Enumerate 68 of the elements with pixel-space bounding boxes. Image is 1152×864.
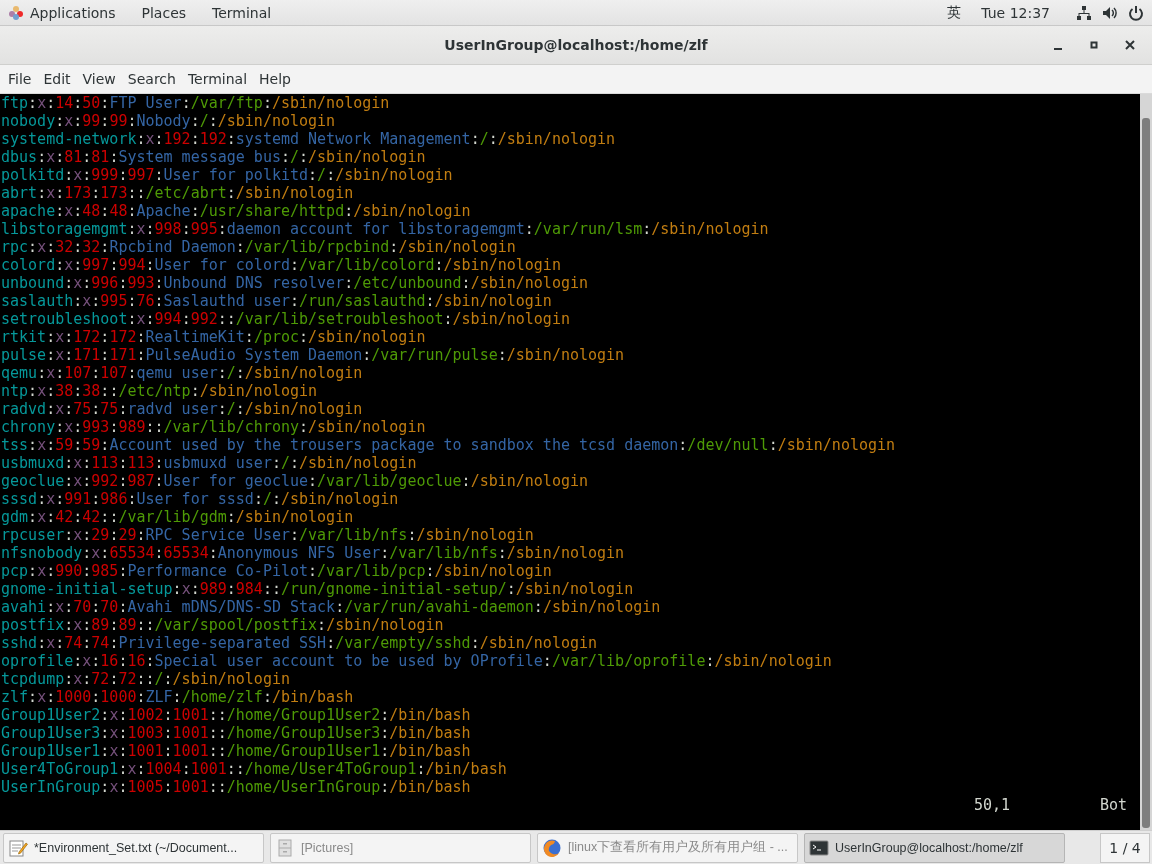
- file-line: Group1User3:x:1003:1001::/home/Group1User3:/bin/bash: [1, 724, 471, 742]
- browser-icon: [542, 837, 562, 858]
- file-line: gnome-initial-setup:x:989:984::/run/gnome-initial-setup/:/sbin/nologin: [1, 580, 634, 598]
- maximize-icon: [1089, 40, 1099, 50]
- file-line: colord:x:997:994:User for colord:/var/lib/colord:/sbin/nologin: [1, 256, 561, 274]
- top-menu[interactable]: Terminal: [212, 4, 272, 21]
- file-line: postfix:x:89:89::/var/spool/postfix:/sbin/nologin: [1, 616, 444, 634]
- file-cabinet-icon: [275, 837, 295, 858]
- workspace-indicator[interactable]: 1 / 4: [1100, 832, 1150, 863]
- scrollbar[interactable]: [1140, 94, 1152, 830]
- file-line: dbus:x:81:81:System message bus:/:/sbin/nologin: [1, 148, 426, 166]
- file-line: Group1User2:x:1002:1001::/home/Group1User2:/bin/bash: [1, 706, 471, 724]
- file-line: pcp:x:990:985:Performance Co-Pilot:/var/lib/pcp:/sbin/nologin: [1, 562, 552, 580]
- text-editor-icon: [8, 837, 28, 858]
- network-icon[interactable]: [1076, 4, 1092, 21]
- file-line: radvd:x:75:75:radvd user:/:/sbin/nologin: [1, 400, 363, 418]
- file-line: systemd-network:x:192:192:systemd Network Management:/:/sbin/nologin: [1, 130, 616, 148]
- file-line: usbmuxd:x:113:113:usbmuxd user:/:/sbin/nologin: [1, 454, 417, 472]
- file-line: sssd:x:991:986:User for sssd:/:/sbin/nologin: [1, 490, 399, 508]
- file-line: polkitd:x:999:997:User for polkitd:/:/sbin/nologin: [1, 166, 453, 184]
- file-line: abrt:x:173:173::/etc/abrt:/sbin/nologin: [1, 184, 354, 202]
- top-menu[interactable]: Places: [141, 4, 187, 21]
- file-line: gdm:x:42:42::/var/lib/gdm:/sbin/nologin: [1, 508, 354, 526]
- taskbar-item[interactable]: *Environment_Set.txt (~/Document...: [3, 832, 264, 863]
- input-method-indicator[interactable]: 英: [947, 3, 962, 22]
- file-line: Group1User1:x:1001:1001::/home/Group1User1:/bin/bash: [1, 742, 471, 760]
- file-line: ftp:x:14:50:FTP User:/var/ftp:/sbin/nologin: [1, 94, 390, 112]
- file-line: rpcuser:x:29:29:RPC Service User:/var/lib/nfs:/sbin/nologin: [1, 526, 534, 544]
- menu-item[interactable]: Terminal: [181, 71, 254, 87]
- window-title: UserInGroup@localhost:/home/zlf: [444, 37, 708, 53]
- menu-item[interactable]: File: [2, 71, 38, 87]
- apps-icon: [8, 4, 24, 21]
- file-line: tcpdump:x:72:72::/:/sbin/nologin: [1, 670, 290, 688]
- file-line: saslauth:x:995:76:Saslauthd user:/run/saslauthd:/sbin/nologin: [1, 292, 552, 310]
- file-line: rtkit:x:172:172:RealtimeKit:/proc:/sbin/nologin: [1, 328, 426, 346]
- file-line: UserInGroup:x:1005:1001::/home/UserInGroup:/bin/bash: [1, 778, 471, 796]
- file-line: setroubleshoot:x:994:992::/var/lib/setroubleshoot:/sbin/nologin: [1, 310, 570, 328]
- clock[interactable]: Tue 12:37: [981, 4, 1050, 21]
- menu-item[interactable]: View: [76, 71, 122, 87]
- file-line: ntp:x:38:38::/etc/ntp:/sbin/nologin: [1, 382, 318, 400]
- file-line: rpc:x:32:32:Rpcbind Daemon:/var/lib/rpcbind:/sbin/nologin: [1, 238, 516, 256]
- file-line: unbound:x:996:993:Unbound DNS resolver:/etc/unbound:/sbin/nologin: [1, 274, 589, 292]
- file-line: chrony:x:993:989::/var/lib/chrony:/sbin/nologin: [1, 418, 426, 436]
- file-line: oprofile:x:16:16:Special user account to be used by OProfile:/var/lib/oprofile:/sbin/nologin: [1, 652, 832, 670]
- menu-item[interactable]: Help: [253, 71, 297, 87]
- power-icon[interactable]: [1128, 4, 1144, 21]
- scroll-position: Bot: [1100, 796, 1129, 814]
- file-line: libstoragemgmt:x:998:995:daemon account for libstoragemgmt:/var/run/lsm:/sbin/nologin: [1, 220, 769, 238]
- minimize-icon: [1054, 48, 1062, 50]
- file-line: User4ToGroup1:x:1004:1001::/home/User4ToGroup1:/bin/bash: [1, 760, 507, 778]
- file-line: pulse:x:171:171:PulseAudio System Daemon:/var/run/pulse:/sbin/nologin: [1, 346, 625, 364]
- file-line: zlf:x:1000:1000:ZLF:/home/zlf:/bin/bash: [1, 688, 354, 706]
- file-line: avahi:x:70:70:Avahi mDNS/DNS-SD Stack:/var/run/avahi-daemon:/sbin/nologin: [1, 598, 661, 616]
- terminal-icon: [809, 837, 829, 858]
- top-menu[interactable]: Applications: [30, 4, 116, 21]
- file-line: tss:x:59:59:Account used by the trousers package to sandbox the tcsd daemon:/dev/null:/sbin/nologin: [1, 436, 896, 454]
- close-icon: [1125, 40, 1135, 50]
- menu-item[interactable]: Search: [121, 71, 182, 87]
- cursor-position: 50,1: [974, 796, 1012, 814]
- file-line: apache:x:48:48:Apache:/usr/share/httpd:/sbin/nologin: [1, 202, 471, 220]
- volume-icon[interactable]: [1102, 4, 1118, 21]
- file-line: geoclue:x:992:987:User for geoclue:/var/lib/geoclue:/sbin/nologin: [1, 472, 589, 490]
- file-line: nobody:x:99:99:Nobody:/:/sbin/nologin: [1, 112, 336, 130]
- file-line: qemu:x:107:107:qemu user:/:/sbin/nologin: [1, 364, 363, 382]
- file-line: nfsnobody:x:65534:65534:Anonymous NFS User:/var/lib/nfs:/sbin/nologin: [1, 544, 625, 562]
- menu-item[interactable]: Edit: [37, 71, 77, 87]
- file-line: sshd:x:74:74:Privilege-separated SSH:/var/empty/sshd:/sbin/nologin: [1, 634, 598, 652]
- taskbar-item[interactable]: UserInGroup@localhost:/home/zlf: [804, 832, 1065, 863]
